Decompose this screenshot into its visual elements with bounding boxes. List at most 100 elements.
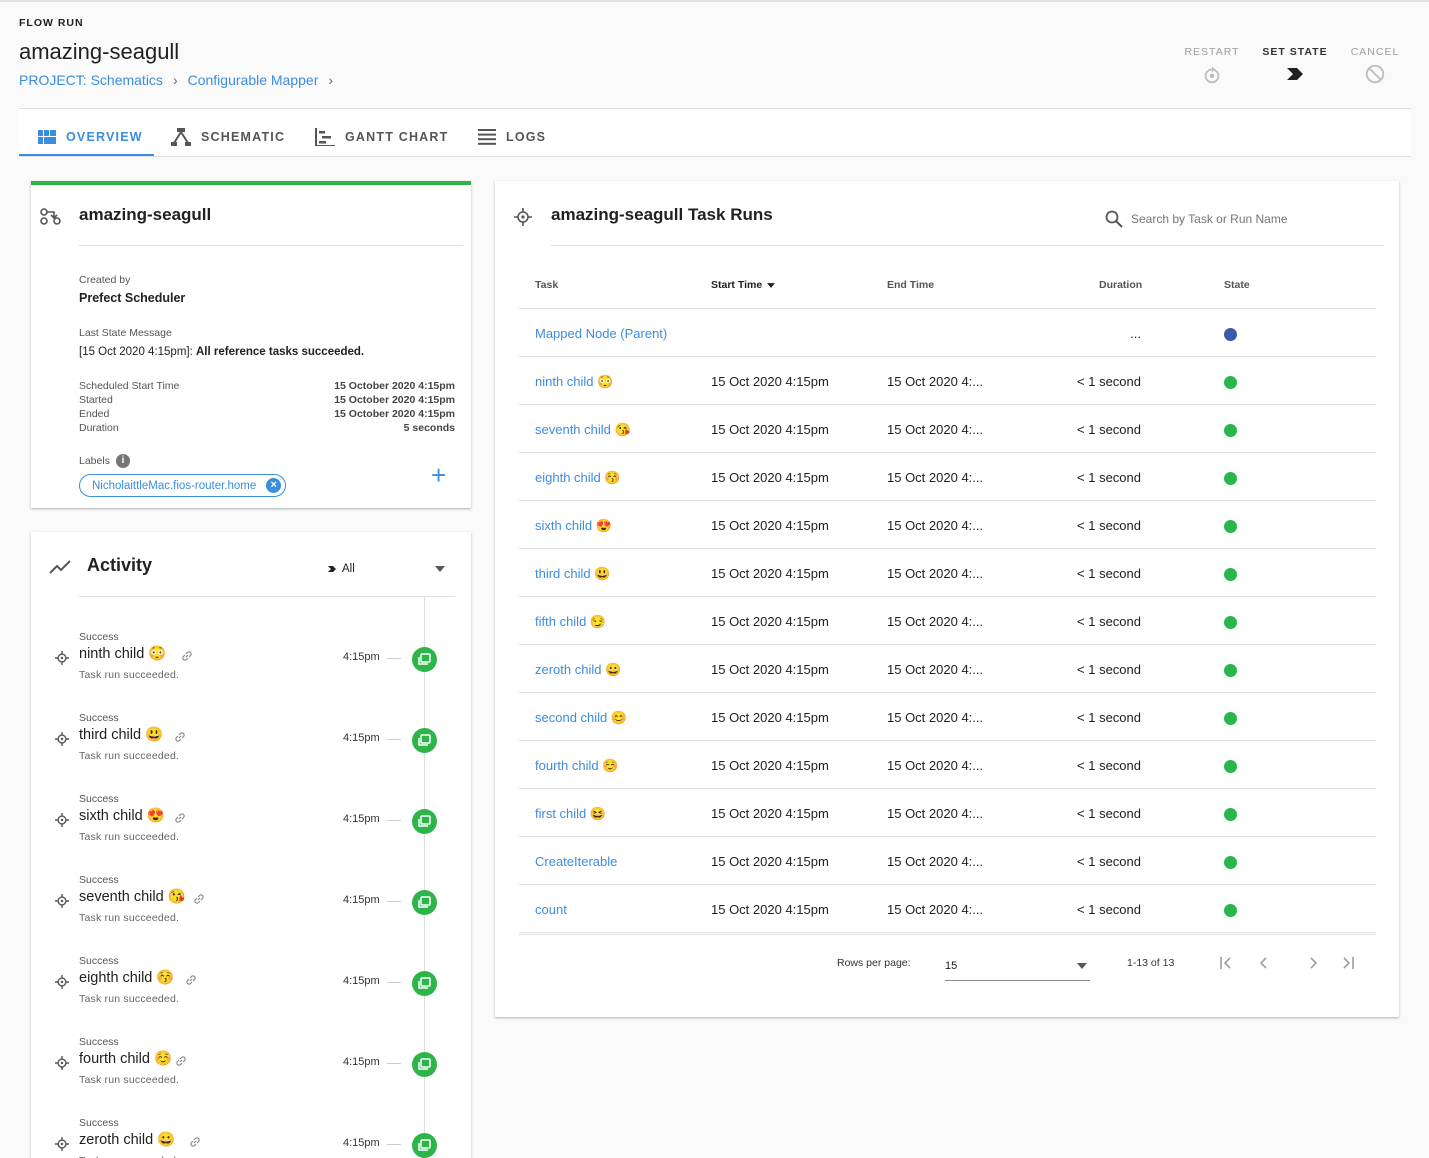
column-start-time[interactable]: Start Time [711, 279, 776, 291]
duration-cell: < 1 second [1077, 566, 1141, 581]
previous-page-icon[interactable] [1257, 956, 1271, 970]
tab-gantt-chart[interactable]: GANTT CHART [315, 118, 448, 156]
task-name-link[interactable]: fifth child 😏 [535, 614, 606, 630]
timeline-connector [387, 1063, 401, 1064]
link-icon[interactable] [189, 1136, 201, 1148]
link-icon[interactable] [174, 812, 186, 824]
rows-per-page-select[interactable]: 15 [945, 951, 1090, 981]
activity-task-link[interactable]: zeroth child 😀 [79, 1131, 175, 1148]
table-row[interactable]: fourth child ☺️ 15 Oct 2020 4:15pm 15 Oct … [519, 741, 1376, 789]
duration-cell: < 1 second [1077, 806, 1141, 821]
cancel-button[interactable]: CANCEL [1346, 46, 1404, 85]
state-indicator [1224, 520, 1237, 533]
activity-time: 4:15pm [343, 732, 380, 744]
column-task[interactable]: Task [535, 279, 558, 291]
activity-task-link[interactable]: sixth child 😍 [79, 807, 165, 824]
task-name-link[interactable]: fourth child ☺️ [535, 758, 618, 774]
activity-task-link[interactable]: third child 😃 [79, 726, 163, 743]
table-row[interactable]: third child 😃 15 Oct 2020 4:15pm 15 Oct 20… [519, 549, 1376, 597]
link-icon[interactable] [175, 1055, 187, 1067]
column-end-time[interactable]: End Time [887, 279, 934, 291]
table-row[interactable]: count 15 Oct 2020 4:15pm 15 Oct 2020 4:...… [519, 885, 1376, 933]
chevron-right-icon: › [172, 72, 178, 88]
link-icon[interactable] [181, 650, 193, 662]
activity-filter-select[interactable]: All [327, 559, 445, 579]
activity-item: Success eighth child 😚 Task run succeeded.… [31, 955, 471, 1036]
timeline-connector [387, 820, 401, 821]
start-time-cell: 15 Oct 2020 4:15pm [711, 710, 829, 725]
table-row[interactable]: ninth child 😳 15 Oct 2020 4:15pm 15 Oct 20… [519, 357, 1376, 405]
task-name-link[interactable]: eighth child 😚 [535, 470, 621, 486]
first-page-icon[interactable] [1219, 956, 1233, 970]
target-icon [55, 1056, 69, 1070]
task-name-link[interactable]: seventh child 😘 [535, 422, 631, 438]
label-chip[interactable]: NicholaittleMac.fios-router.home × [79, 474, 287, 497]
add-label-button[interactable]: + [431, 462, 446, 488]
activity-task-link[interactable]: seventh child 😘 [79, 888, 186, 905]
table-row[interactable]: seventh child 😘 15 Oct 2020 4:15pm 15 Oct … [519, 405, 1376, 453]
table-row[interactable]: eighth child 😚 15 Oct 2020 4:15pm 15 Oct 2… [519, 453, 1376, 501]
table-row[interactable]: sixth child 😍 15 Oct 2020 4:15pm 15 Oct 20… [519, 501, 1376, 549]
info-icon[interactable]: i [115, 454, 130, 468]
active-tab-indicator [19, 154, 154, 156]
state-indicator [1224, 808, 1237, 821]
tab-overview[interactable]: OVERVIEW [38, 118, 143, 156]
restart-label: RESTART [1184, 46, 1240, 58]
state-indicator [1224, 616, 1237, 629]
end-time-cell: 15 Oct 2020 4:... [887, 902, 984, 917]
table-row[interactable]: fifth child 😏 15 Oct 2020 4:15pm 15 Oct 20… [519, 597, 1376, 645]
link-icon[interactable] [193, 893, 205, 905]
duration-cell: < 1 second [1077, 854, 1141, 869]
end-time-cell: 15 Oct 2020 4:... [887, 758, 984, 773]
activity-task-link[interactable]: fourth child ☺️ [79, 1050, 172, 1067]
duration-cell: < 1 second [1077, 902, 1141, 917]
breadcrumb-project-link[interactable]: PROJECT: Schematics [19, 72, 163, 88]
breadcrumb-flow-link[interactable]: Configurable Mapper [188, 72, 319, 88]
tab-logs[interactable]: LOGS [478, 118, 546, 156]
task-name-link[interactable]: Mapped Node (Parent) [535, 326, 667, 341]
search-input[interactable] [1131, 212, 1371, 226]
table-row[interactable]: zeroth child 😀 15 Oct 2020 4:15pm 15 Oct 2… [519, 645, 1376, 693]
restart-button[interactable]: RESTART [1181, 46, 1243, 86]
field-value: 15 October 2020 4:15pm [334, 408, 455, 420]
gantt-icon [315, 128, 335, 146]
target-icon [514, 208, 532, 226]
close-icon[interactable]: × [266, 478, 282, 493]
last-page-icon[interactable] [1341, 956, 1355, 970]
field-value: 15 October 2020 4:15pm [334, 394, 455, 406]
last-state-label: Last State Message [79, 327, 172, 339]
end-time-cell: 15 Oct 2020 4:... [887, 374, 984, 389]
duration-cell: ... [1130, 326, 1141, 341]
table-row[interactable]: second child 😊 15 Oct 2020 4:15pm 15 Oct 2… [519, 693, 1376, 741]
activity-task-link[interactable]: ninth child 😳 [79, 645, 166, 662]
activity-message: Task run succeeded. [79, 831, 180, 843]
task-name-link[interactable]: ninth child 😳 [535, 374, 613, 390]
task-name-link[interactable]: first child 😆 [535, 806, 606, 822]
task-name-link[interactable]: zeroth child 😀 [535, 662, 621, 678]
table-row[interactable]: CreateIterable 15 Oct 2020 4:15pm 15 Oct 2… [519, 837, 1376, 885]
activity-message: Task run succeeded. [79, 750, 180, 762]
link-icon[interactable] [185, 974, 197, 986]
task-name-link[interactable]: third child 😃 [535, 566, 610, 582]
column-duration[interactable]: Duration [1099, 279, 1142, 291]
state-indicator [1224, 664, 1237, 677]
table-row[interactable]: Mapped Node (Parent)... [519, 309, 1376, 357]
link-icon[interactable] [174, 731, 186, 743]
app-root: { "header": { "section_label": "FLOW RUN… [0, 0, 1429, 1158]
next-page-icon[interactable] [1306, 956, 1320, 970]
task-name-link[interactable]: sixth child 😍 [535, 518, 612, 534]
set-state-button[interactable]: SET STATE [1260, 46, 1330, 83]
state-indicator [1224, 712, 1237, 725]
column-state[interactable]: State [1224, 279, 1250, 291]
plus-icon: + [431, 460, 447, 490]
task-name-link[interactable]: CreateIterable [535, 854, 617, 869]
task-search-field[interactable] [1105, 208, 1385, 230]
activity-title: Activity [87, 555, 153, 575]
logs-icon [478, 129, 496, 145]
task-name-link[interactable]: count [535, 902, 567, 917]
tab-schematic[interactable]: SCHEMATIC [171, 118, 285, 156]
table-row[interactable]: first child 😆 15 Oct 2020 4:15pm 15 Oct 20… [519, 789, 1376, 837]
activity-task-link[interactable]: eighth child 😚 [79, 969, 174, 986]
start-time-cell: 15 Oct 2020 4:15pm [711, 566, 829, 581]
task-name-link[interactable]: second child 😊 [535, 710, 627, 726]
